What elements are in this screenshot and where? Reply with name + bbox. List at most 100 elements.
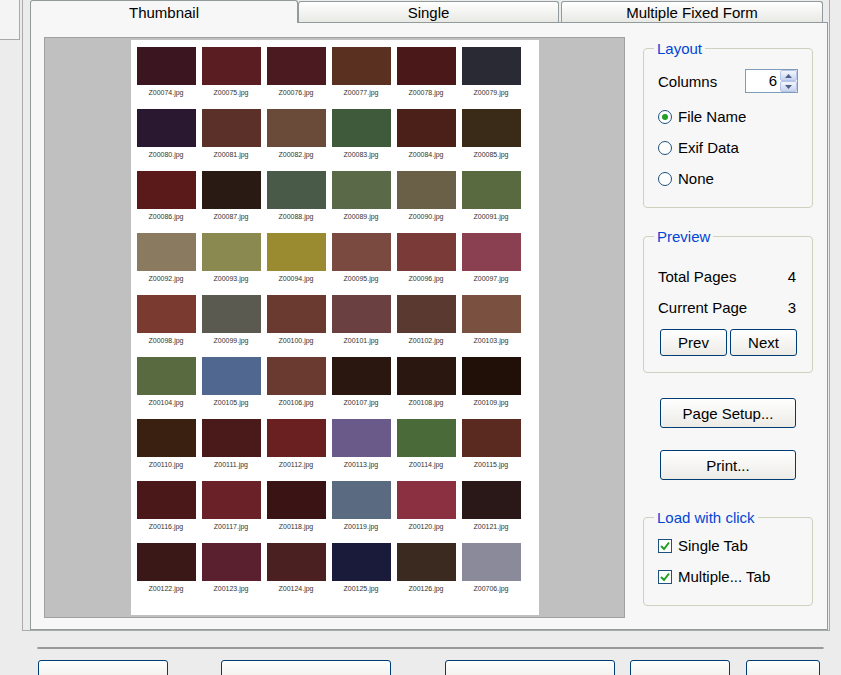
thumbnail[interactable]: Z00119.jpg: [332, 481, 391, 543]
thumbnail-photo[interactable]: [397, 233, 456, 271]
nav-button[interactable]: Next: [730, 329, 797, 356]
thumbnail-photo[interactable]: [462, 233, 521, 271]
thumbnail[interactable]: Z00081.jpg: [202, 109, 261, 171]
thumbnail[interactable]: Z00117.jpg: [202, 481, 261, 543]
thumbnail-photo[interactable]: [137, 419, 196, 457]
thumbnail-photo[interactable]: [397, 543, 456, 581]
thumbnail[interactable]: Z00108.jpg: [397, 357, 456, 419]
thumbnail[interactable]: Z00093.jpg: [202, 233, 261, 295]
thumbnail-photo[interactable]: [332, 233, 391, 271]
checkbox-label[interactable]: Multiple... Tab: [678, 568, 770, 585]
thumbnail-photo[interactable]: [397, 357, 456, 395]
bottom-button[interactable]: [630, 660, 730, 675]
checkbox-option[interactable]: Multiple... Tab: [658, 561, 798, 592]
thumbnail[interactable]: Z00126.jpg: [397, 543, 456, 605]
thumbnail-photo[interactable]: [202, 109, 261, 147]
thumbnail[interactable]: Z00124.jpg: [267, 543, 326, 605]
thumbnail[interactable]: Z00091.jpg: [462, 171, 521, 233]
thumbnail-photo[interactable]: [202, 357, 261, 395]
thumbnail-photo[interactable]: [267, 481, 326, 519]
thumbnail-photo[interactable]: [332, 357, 391, 395]
radio-label[interactable]: Exif Data: [678, 139, 739, 156]
thumbnail-photo[interactable]: [202, 419, 261, 457]
thumbnail-photo[interactable]: [137, 47, 196, 85]
thumbnail-photo[interactable]: [267, 47, 326, 85]
thumbnail[interactable]: Z00074.jpg: [137, 47, 196, 109]
bottom-button[interactable]: [445, 660, 615, 675]
bottom-button[interactable]: [221, 660, 391, 675]
thumbnail[interactable]: Z00076.jpg: [267, 47, 326, 109]
radio-option[interactable]: File Name: [658, 101, 798, 132]
thumbnail-photo[interactable]: [137, 481, 196, 519]
thumbnail-photo[interactable]: [137, 109, 196, 147]
thumbnail[interactable]: Z00097.jpg: [462, 233, 521, 295]
thumbnail[interactable]: Z00094.jpg: [267, 233, 326, 295]
thumbnail-photo[interactable]: [202, 171, 261, 209]
thumbnail-photo[interactable]: [202, 47, 261, 85]
radio-label[interactable]: File Name: [678, 108, 746, 125]
thumbnail[interactable]: Z00111.jpg: [202, 419, 261, 481]
thumbnail[interactable]: Z00090.jpg: [397, 171, 456, 233]
thumbnail[interactable]: Z00092.jpg: [137, 233, 196, 295]
thumbnail-photo[interactable]: [202, 295, 261, 333]
thumbnail-photo[interactable]: [397, 47, 456, 85]
thumbnail-photo[interactable]: [462, 357, 521, 395]
radio-button[interactable]: [658, 172, 672, 186]
thumbnail[interactable]: Z00114.jpg: [397, 419, 456, 481]
thumbnail[interactable]: Z00085.jpg: [462, 109, 521, 171]
radio-option[interactable]: Exif Data: [658, 132, 798, 163]
action-button[interactable]: Page Setup...: [660, 398, 796, 428]
thumbnail[interactable]: Z00088.jpg: [267, 171, 326, 233]
thumbnail-photo[interactable]: [267, 543, 326, 581]
thumbnail-photo[interactable]: [462, 171, 521, 209]
thumbnail-photo[interactable]: [202, 543, 261, 581]
thumbnail-photo[interactable]: [137, 543, 196, 581]
thumbnail[interactable]: Z00112.jpg: [267, 419, 326, 481]
thumbnail-photo[interactable]: [332, 295, 391, 333]
thumbnail[interactable]: Z00082.jpg: [267, 109, 326, 171]
bottom-button[interactable]: [38, 660, 168, 675]
thumbnail-photo[interactable]: [397, 481, 456, 519]
thumbnail-photo[interactable]: [137, 295, 196, 333]
thumbnail[interactable]: Z00113.jpg: [332, 419, 391, 481]
radio-label[interactable]: None: [678, 170, 714, 187]
thumbnail-photo[interactable]: [462, 47, 521, 85]
tab[interactable]: Thumbnail: [30, 0, 298, 23]
thumbnail[interactable]: Z00123.jpg: [202, 543, 261, 605]
thumbnail-photo[interactable]: [397, 419, 456, 457]
radio-button[interactable]: [658, 110, 672, 124]
thumbnail[interactable]: Z00100.jpg: [267, 295, 326, 357]
thumbnail[interactable]: Z00078.jpg: [397, 47, 456, 109]
thumbnail[interactable]: Z00098.jpg: [137, 295, 196, 357]
thumbnail[interactable]: Z00107.jpg: [332, 357, 391, 419]
thumbnail[interactable]: Z00080.jpg: [137, 109, 196, 171]
radio-button[interactable]: [658, 141, 672, 155]
thumbnail-photo[interactable]: [397, 295, 456, 333]
spin-down-button[interactable]: [780, 81, 797, 92]
columns-value[interactable]: 6: [746, 70, 780, 92]
thumbnail-photo[interactable]: [202, 233, 261, 271]
spin-up-button[interactable]: [780, 70, 797, 81]
thumbnail[interactable]: Z00121.jpg: [462, 481, 521, 543]
thumbnail-photo[interactable]: [267, 295, 326, 333]
thumbnail[interactable]: Z00096.jpg: [397, 233, 456, 295]
checkbox-option[interactable]: Single Tab: [658, 530, 798, 561]
nav-button[interactable]: Prev: [660, 329, 727, 356]
thumbnail-photo[interactable]: [137, 233, 196, 271]
thumbnail-photo[interactable]: [332, 543, 391, 581]
thumbnail[interactable]: Z00102.jpg: [397, 295, 456, 357]
thumbnail-photo[interactable]: [462, 295, 521, 333]
thumbnail-photo[interactable]: [397, 109, 456, 147]
thumbnail[interactable]: Z00104.jpg: [137, 357, 196, 419]
thumbnail[interactable]: Z00077.jpg: [332, 47, 391, 109]
thumbnail[interactable]: Z00109.jpg: [462, 357, 521, 419]
thumbnail-photo[interactable]: [332, 419, 391, 457]
thumbnail-photo[interactable]: [267, 109, 326, 147]
action-button[interactable]: Print...: [660, 450, 796, 480]
thumbnail[interactable]: Z00086.jpg: [137, 171, 196, 233]
thumbnail-photo[interactable]: [332, 47, 391, 85]
thumbnail-photo[interactable]: [267, 171, 326, 209]
thumbnail[interactable]: Z00706.jpg: [462, 543, 521, 605]
bottom-button[interactable]: [746, 660, 820, 675]
thumbnail[interactable]: Z00079.jpg: [462, 47, 521, 109]
